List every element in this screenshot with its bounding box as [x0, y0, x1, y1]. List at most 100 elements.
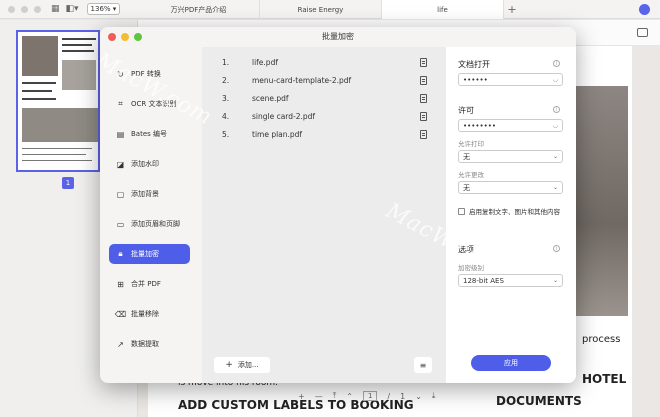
menu-item-label: 添加水印 — [131, 160, 159, 168]
tab-product-intro[interactable]: 万兴PDF产品介绍 — [138, 0, 260, 19]
info-icon[interactable]: i — [553, 60, 560, 67]
last-page-icon[interactable]: ⤓ — [432, 391, 436, 401]
convert-icon: ↻ — [117, 69, 124, 79]
thumbnail-line — [22, 160, 92, 161]
batch-tools-menu: ↻ PDF 转换 ⌗ OCR 文本识别 ▤ Bates 编号 ◪ 添加水印 ▢ 添加背景 … — [100, 47, 202, 383]
tab-label: Raise Energy — [297, 5, 344, 14]
print-permission-label: 允许打印 — [458, 140, 484, 148]
next-page-icon[interactable]: ⌄ — [415, 392, 422, 401]
add-files-button[interactable]: + 添加... — [214, 357, 270, 373]
tab-raise-energy[interactable]: Raise Energy — [260, 0, 382, 19]
menu-item-label: 批量移除 — [131, 310, 159, 318]
menu-item-background[interactable]: ▢ 添加背景 — [109, 184, 190, 204]
file-row[interactable]: 4. single card-2.pdf — [222, 109, 427, 123]
open-password-field[interactable]: •••••• ◡ — [458, 73, 563, 86]
thumbnail-line — [22, 90, 52, 92]
file-doc-icon[interactable] — [420, 111, 427, 121]
print-permission-value: 无 — [463, 152, 470, 161]
menu-item-label: 添加背景 — [131, 190, 159, 198]
file-name: single card-2.pdf — [252, 111, 316, 121]
window-zoom-button[interactable] — [34, 5, 41, 13]
menu-item-data-extract[interactable]: ↗ 数据提取 — [109, 334, 190, 354]
grid-view-icon[interactable]: ▦ — [51, 4, 60, 14]
prev-page-icon[interactable]: ⌃ — [346, 392, 353, 401]
eye-hidden-icon[interactable]: ◡ — [553, 122, 558, 129]
file-list-panel: 1. life.pdf 2. menu-card-template-2.pdf 3.… — [202, 47, 446, 383]
zoom-select[interactable]: 136% ▾ — [86, 3, 121, 15]
sidebar-toggle-icon[interactable]: ◧▾ — [66, 4, 79, 14]
apply-button[interactable]: 应用 — [471, 355, 551, 371]
menu-item-label: 批量加密 — [131, 250, 159, 258]
menu-item-label: Bates 编号 — [131, 130, 168, 138]
menu-item-label: PDF 转换 — [131, 70, 161, 78]
file-index: 2. — [222, 75, 230, 85]
background-icon: ▢ — [116, 189, 125, 199]
file-doc-icon[interactable] — [420, 57, 427, 67]
tab-life[interactable]: life — [382, 0, 504, 19]
change-permission-select[interactable]: 无 ⌄ — [458, 181, 563, 194]
open-password-label: 文档打开 — [458, 60, 490, 69]
zoom-out-button[interactable]: — — [315, 392, 323, 401]
thumbnail-line — [62, 44, 92, 46]
file-row[interactable]: 3. scene.pdf — [222, 91, 427, 105]
page-thumbnail[interactable] — [16, 30, 100, 172]
document-tabs: 万兴PDF产品介绍 Raise Energy life + — [138, 0, 520, 19]
page-separator: / — [387, 391, 391, 401]
zoom-in-button[interactable]: + — [298, 392, 305, 401]
menu-item-batch-encrypt[interactable]: 🔒︎ 批量加密 — [109, 244, 190, 264]
menu-item-ocr[interactable]: ⌗ OCR 文本识别 — [109, 94, 190, 114]
print-permission-select[interactable]: 无 ⌄ — [458, 150, 563, 163]
file-doc-icon[interactable] — [420, 129, 427, 139]
thumbnail-line — [62, 38, 96, 40]
chevron-down-icon: ⌄ — [552, 184, 558, 191]
page-number-badge[interactable]: 1 — [62, 177, 74, 189]
window-minimize-button[interactable] — [21, 5, 28, 13]
info-icon[interactable]: i — [553, 245, 560, 252]
file-name: time plan.pdf — [252, 129, 303, 139]
ocr-icon: ⌗ — [118, 99, 123, 108]
window-close-button[interactable] — [8, 5, 15, 13]
encryption-level-select[interactable]: 128-bit AES ⌄ — [458, 274, 563, 287]
file-row[interactable]: 5. time plan.pdf — [222, 127, 427, 141]
permission-password-field[interactable]: •••••••• ◡ — [458, 119, 563, 132]
merge-icon: ⊞ — [117, 279, 124, 289]
encryption-options-panel: 文档打开 i •••••• ◡ 许可 i •••••••• ◡ 允许打印 无 ⌄ 允许… — [446, 47, 576, 383]
encryption-level-value: 128-bit AES — [463, 276, 504, 285]
file-row[interactable]: 2. menu-card-template-2.pdf — [222, 73, 427, 87]
options-section-label: 选项 — [458, 245, 474, 254]
thumbnail-photo — [22, 36, 58, 76]
menu-item-header-footer[interactable]: ▭ 添加页眉和页脚 — [109, 214, 190, 234]
checkbox-box[interactable] — [458, 208, 465, 215]
add-tab-button[interactable]: + — [504, 0, 520, 19]
file-index: 3. — [222, 93, 230, 103]
dialog-title: 批量加密 — [322, 32, 354, 41]
encryption-level-label: 加密级别 — [458, 264, 484, 272]
permission-password-label: 许可 — [458, 106, 474, 115]
hamburger-icon: ≡ — [419, 360, 427, 370]
file-name: menu-card-template-2.pdf — [252, 75, 352, 85]
menu-item-label: 数据提取 — [131, 340, 159, 348]
chevron-down-icon: ⌄ — [552, 153, 558, 160]
menu-item-label: 添加页眉和页脚 — [131, 220, 180, 228]
page-current-input[interactable]: 1 — [362, 391, 378, 401]
copy-permission-label: 启用复制文字、图片和其他内容 — [469, 208, 560, 216]
menu-item-bates[interactable]: ▤ Bates 编号 — [109, 124, 190, 144]
file-row[interactable]: 1. life.pdf — [222, 55, 427, 69]
first-page-icon[interactable]: ⤒ — [333, 391, 337, 401]
extract-icon: ↗ — [117, 339, 124, 349]
menu-item-pdf-convert[interactable]: ↻ PDF 转换 — [109, 64, 190, 84]
menu-item-watermark[interactable]: ◪ 添加水印 — [109, 154, 190, 174]
user-avatar-icon[interactable] — [639, 4, 650, 15]
copy-permission-checkbox[interactable]: 启用复制文字、图片和其他内容 — [458, 207, 568, 217]
lock-icon: 🔒︎ — [118, 249, 123, 258]
info-icon[interactable]: i — [553, 106, 560, 113]
file-doc-icon[interactable] — [420, 93, 427, 103]
menu-item-merge[interactable]: ⊞ 合并 PDF — [109, 274, 190, 294]
list-menu-button[interactable]: ≡ — [414, 357, 432, 373]
eye-hidden-icon[interactable]: ◡ — [553, 76, 558, 83]
add-files-label: 添加... — [237, 361, 259, 369]
menu-item-batch-remove[interactable]: ⌫ 批量移除 — [109, 304, 190, 324]
file-doc-icon[interactable] — [420, 75, 427, 85]
file-index: 5. — [222, 129, 230, 139]
right-panel-icon[interactable] — [637, 28, 648, 37]
